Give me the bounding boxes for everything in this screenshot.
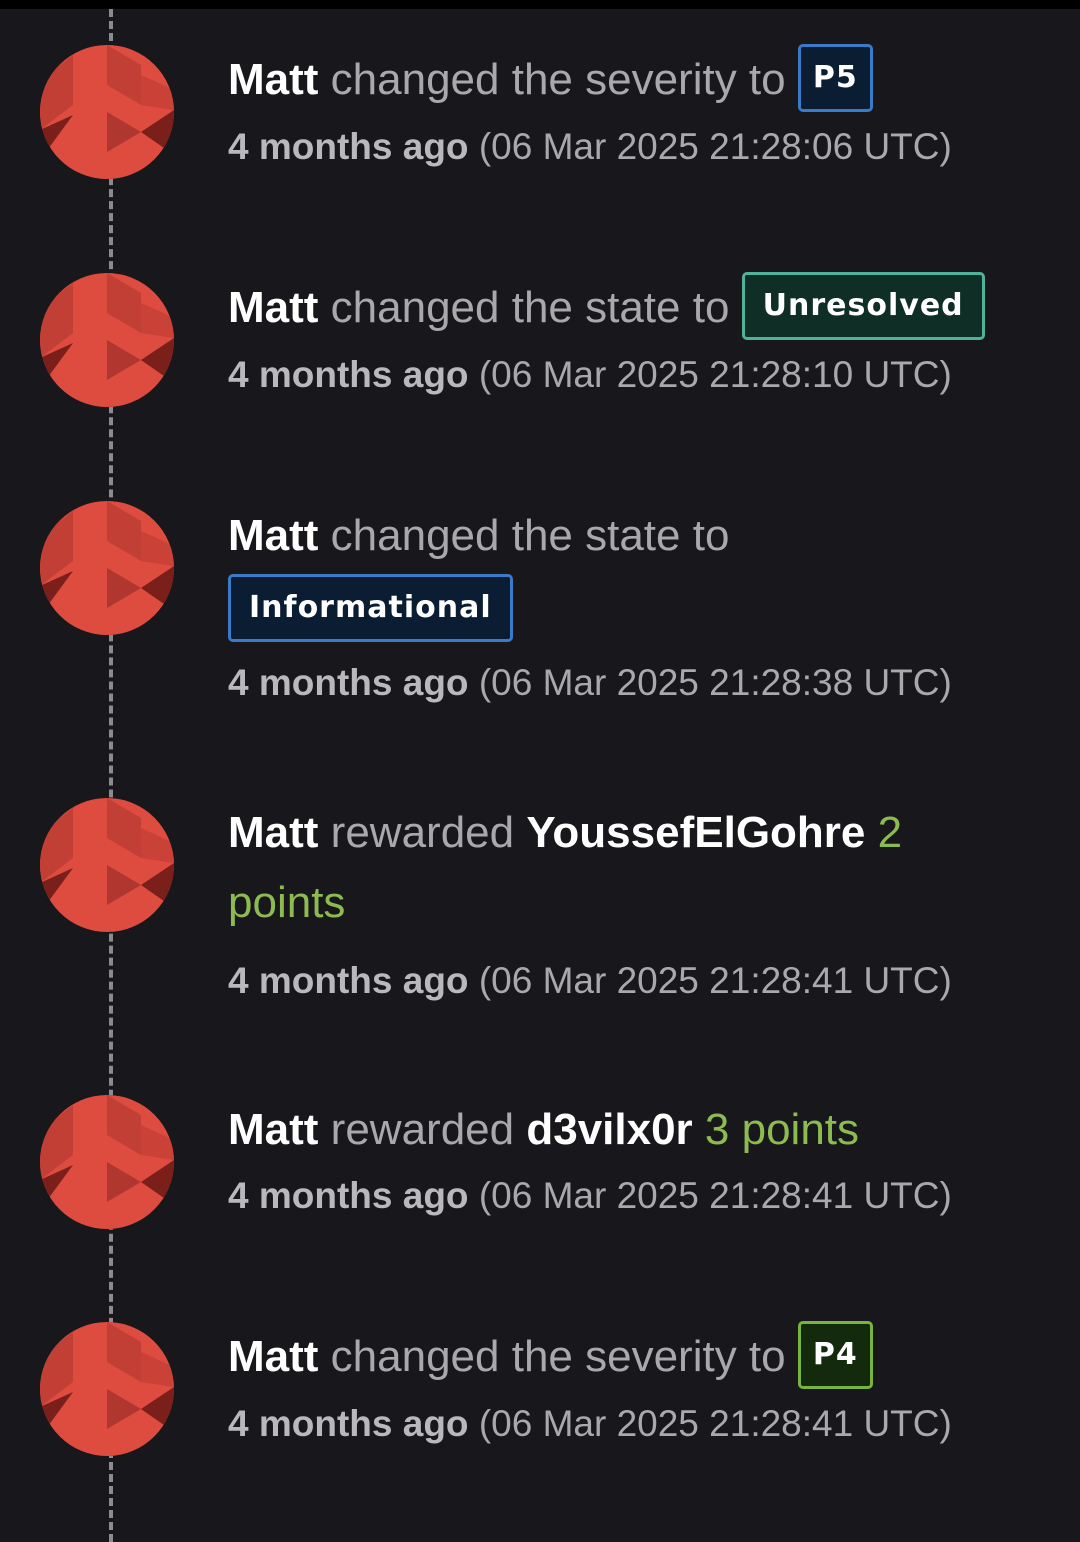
event-description: Matt rewarded d3vilx0r 3 points (228, 1095, 1028, 1165)
relative-time: 4 months ago (228, 960, 469, 1001)
state-badge: Unresolved (741, 272, 985, 341)
event-verb: changed the severity to (330, 55, 786, 104)
event-timestamp: 4 months ago (06 Mar 2025 21:28:38 UTC) (228, 658, 1028, 708)
identicon-avatar-icon[interactable] (40, 273, 174, 407)
reward-recipient[interactable]: YoussefElGohre (526, 808, 865, 857)
relative-time: 4 months ago (228, 354, 469, 396)
identicon-avatar-icon[interactable] (40, 501, 174, 635)
state-badge: Informational (228, 574, 513, 643)
event-timestamp: 4 months ago (06 Mar 2025 21:28:41 UTC) (228, 1399, 1028, 1449)
event-verb: changed the severity to (330, 1332, 786, 1381)
identicon-avatar-icon[interactable] (40, 45, 174, 179)
actor-name[interactable]: Matt (228, 55, 318, 104)
actor-name[interactable]: Matt (228, 1105, 318, 1154)
event-description: Matt changed the severity to P5 (228, 44, 1028, 116)
relative-time: 4 months ago (228, 1175, 469, 1216)
actor-name[interactable]: Matt (228, 283, 318, 332)
identicon-avatar-icon[interactable] (40, 1322, 174, 1456)
event-verb: rewarded (330, 1105, 515, 1154)
identicon-avatar-svg (40, 273, 174, 407)
identicon-avatar-svg (40, 501, 174, 635)
event-description: Matt changed the state to Unresolved (228, 272, 1028, 344)
severity-badge: P4 (797, 1321, 873, 1390)
event-description: Matt rewarded YoussefElGohre 2 (228, 798, 1028, 868)
identicon-avatar-svg (40, 798, 174, 932)
event-timestamp: 4 months ago (06 Mar 2025 21:28:41 UTC) (228, 1171, 1028, 1221)
actor-name[interactable]: Matt (228, 511, 318, 560)
status-bar-edge (0, 0, 1080, 9)
event-verb: changed the state to (330, 511, 730, 560)
absolute-time: (06 Mar 2025 21:28:06 UTC) (478, 126, 952, 168)
event-description: Matt changed the state to (228, 501, 1028, 571)
identicon-avatar-svg (40, 1095, 174, 1229)
identicon-avatar-icon[interactable] (40, 798, 174, 932)
actor-name[interactable]: Matt (228, 1332, 318, 1381)
identicon-avatar-svg (40, 45, 174, 179)
relative-time: 4 months ago (228, 662, 469, 704)
event-description: Matt changed the severity to P4 (228, 1321, 1028, 1393)
actor-name[interactable]: Matt (228, 808, 318, 857)
identicon-avatar-svg (40, 1322, 174, 1456)
identicon-avatar-icon[interactable] (40, 1095, 174, 1229)
timeline-connector (109, 9, 113, 1542)
reward-points: 3 points (704, 1105, 860, 1154)
reward-points-word: points (228, 878, 346, 927)
event-description-continued: points (228, 868, 1028, 938)
event-badge-line: Informational (228, 574, 1028, 646)
absolute-time: (06 Mar 2025 21:28:41 UTC) (478, 960, 952, 1001)
relative-time: 4 months ago (228, 1403, 469, 1445)
event-verb: changed the state to (330, 283, 730, 332)
relative-time: 4 months ago (228, 126, 469, 168)
reward-recipient[interactable]: d3vilx0r (526, 1105, 692, 1154)
absolute-time: (06 Mar 2025 21:28:41 UTC) (478, 1403, 952, 1445)
severity-badge: P5 (797, 44, 873, 113)
reward-points-number: 2 (877, 808, 903, 857)
event-verb: rewarded (330, 808, 515, 857)
absolute-time: (06 Mar 2025 21:28:10 UTC) (478, 354, 952, 396)
event-timestamp: 4 months ago (06 Mar 2025 21:28:10 UTC) (228, 350, 1028, 400)
event-timestamp: 4 months ago (06 Mar 2025 21:28:06 UTC) (228, 122, 1028, 172)
absolute-time: (06 Mar 2025 21:28:38 UTC) (478, 662, 952, 704)
absolute-time: (06 Mar 2025 21:28:41 UTC) (478, 1175, 952, 1216)
event-timestamp: 4 months ago (06 Mar 2025 21:28:41 UTC) (228, 956, 1028, 1006)
